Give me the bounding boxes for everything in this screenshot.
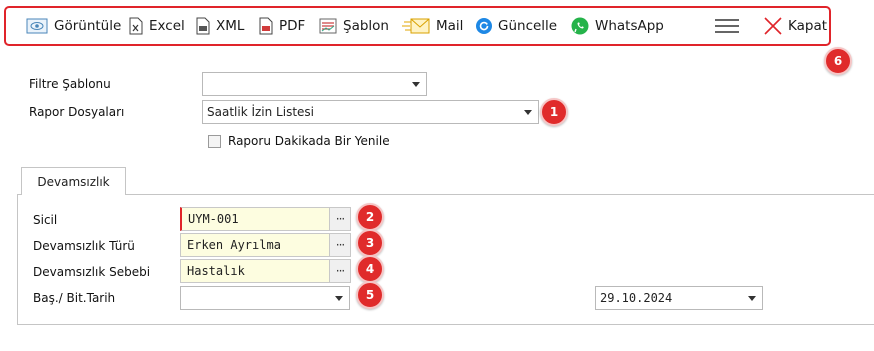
- whatsapp-button[interactable]: WhatsApp: [571, 8, 664, 44]
- pdf-icon: [259, 17, 273, 35]
- mail-icon: [402, 18, 430, 34]
- report-files-label: Rapor Dosyaları: [29, 105, 125, 119]
- sicil-label: Sicil: [33, 213, 58, 227]
- date-range-label: Baş./ Bit.Tarih: [33, 291, 116, 305]
- tab-devamsizlik[interactable]: Devamsızlık: [21, 167, 126, 195]
- absence-type-label: Devamsızlık Türü: [33, 239, 135, 253]
- xml-button[interactable]: XML: [196, 8, 244, 44]
- chevron-down-icon: [524, 110, 532, 115]
- close-label: Kapat: [788, 18, 828, 34]
- absence-reason-lookup-button[interactable]: ···: [329, 259, 351, 283]
- callout-badge-1: 1: [540, 98, 568, 126]
- end-date-select[interactable]: 29.10.2024: [595, 286, 763, 310]
- view-icon: [26, 18, 48, 34]
- xml-icon: [196, 17, 210, 35]
- hamburger-menu-icon: [715, 19, 739, 33]
- close-icon: [764, 17, 782, 35]
- absence-reason-label: Devamsızlık Sebebi: [33, 265, 151, 279]
- template-filter-label: Filtre Şablonu: [29, 77, 111, 91]
- absence-type-input[interactable]: Erken Ayrılma: [180, 233, 330, 257]
- refresh-label: Güncelle: [498, 18, 558, 34]
- template-icon: [319, 18, 337, 34]
- start-date-select[interactable]: [180, 286, 350, 310]
- callout-badge-6: 6: [824, 47, 852, 75]
- absence-reason-input[interactable]: Hastalık: [180, 259, 330, 283]
- excel-label: Excel: [149, 18, 185, 34]
- mail-label: Mail: [436, 18, 464, 34]
- callout-badge-5: 5: [356, 281, 384, 309]
- close-button[interactable]: Kapat: [764, 8, 827, 44]
- report-toolbar: Görüntüle Excel XML PDF Şablon Mail Günc…: [4, 6, 831, 46]
- refresh-icon: [476, 18, 492, 34]
- callout-badge-4: 4: [356, 255, 384, 283]
- tab-devamsizlik-label: Devamsızlık: [37, 174, 110, 189]
- pdf-button[interactable]: PDF: [259, 8, 305, 44]
- callout-badge-2: 2: [356, 203, 384, 231]
- view-button[interactable]: Görüntüle: [26, 8, 121, 44]
- mail-button[interactable]: Mail: [402, 8, 463, 44]
- sicil-input[interactable]: UYM-001: [180, 207, 330, 231]
- view-label: Görüntüle: [54, 18, 122, 34]
- template-label: Şablon: [343, 18, 389, 34]
- pdf-label: PDF: [279, 18, 306, 34]
- excel-icon: [129, 17, 143, 35]
- chevron-down-icon: [412, 82, 420, 87]
- auto-refresh-label: Raporu Dakikada Bir Yenile: [228, 134, 390, 148]
- menu-button[interactable]: [714, 8, 740, 44]
- excel-button[interactable]: Excel: [129, 8, 185, 44]
- auto-refresh-checkbox[interactable]: [208, 135, 221, 148]
- callout-badge-3: 3: [356, 229, 384, 257]
- report-files-value: Saatlik İzin Listesi: [207, 105, 314, 119]
- refresh-button[interactable]: Güncelle: [476, 8, 557, 44]
- whatsapp-icon: [571, 17, 589, 35]
- sicil-lookup-button[interactable]: ···: [329, 207, 351, 231]
- xml-label: XML: [216, 18, 245, 34]
- absence-type-lookup-button[interactable]: ···: [329, 233, 351, 257]
- report-files-select[interactable]: Saatlik İzin Listesi: [202, 100, 539, 124]
- template-filter-select[interactable]: [202, 72, 427, 96]
- chevron-down-icon: [748, 296, 756, 301]
- chevron-down-icon: [335, 296, 343, 301]
- whatsapp-label: WhatsApp: [595, 18, 664, 34]
- end-date-value: 29.10.2024: [600, 291, 673, 305]
- template-button[interactable]: Şablon: [319, 8, 389, 44]
